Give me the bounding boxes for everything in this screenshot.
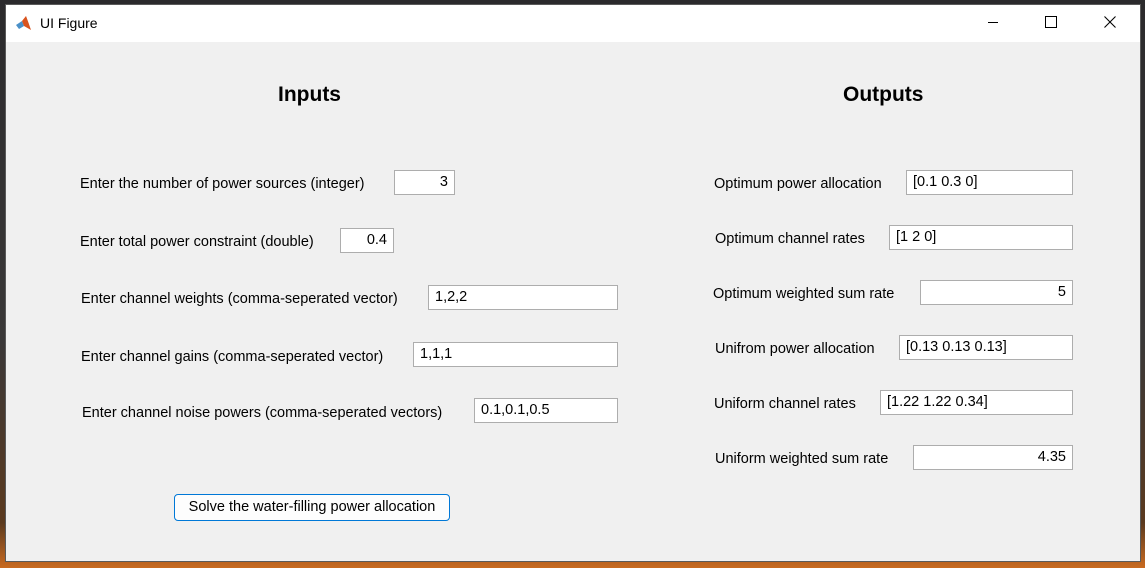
uni-rates-field[interactable]: [1.22 1.22 0.34] xyxy=(880,390,1073,415)
noise-label: Enter channel noise powers (comma-sepera… xyxy=(82,405,443,421)
weights-label: Enter channel weights (comma-seperated v… xyxy=(81,291,398,307)
uni-sum-label: Uniform weighted sum rate xyxy=(715,451,889,467)
minimize-icon xyxy=(987,15,999,33)
weights-field[interactable]: 1,2,2 xyxy=(428,285,618,310)
close-icon xyxy=(1104,15,1116,33)
maximize-icon xyxy=(1045,15,1057,33)
num-sources-field[interactable]: 3 xyxy=(394,170,455,195)
inputs-heading: Inputs xyxy=(278,83,341,106)
uni-power-label: Unifrom power allocation xyxy=(715,341,875,357)
noise-field[interactable]: 0.1,0.1,0.5 xyxy=(474,398,618,423)
total-power-field[interactable]: 0.4 xyxy=(340,228,394,253)
solve-button[interactable]: Solve the water-filling power allocation xyxy=(174,494,450,521)
matlab-logo-icon xyxy=(15,14,33,32)
uni-power-field[interactable]: [0.13 0.13 0.13] xyxy=(899,335,1073,360)
opt-power-field[interactable]: [0.1 0.3 0] xyxy=(906,170,1073,195)
num-sources-label: Enter the number of power sources (integ… xyxy=(80,176,365,192)
gains-field[interactable]: 1,1,1 xyxy=(413,342,618,367)
total-power-label: Enter total power constraint (double) xyxy=(80,234,314,250)
window-title: UI Figure xyxy=(40,15,98,31)
maximize-button[interactable] xyxy=(1022,5,1080,42)
minimize-button[interactable] xyxy=(964,5,1022,42)
ui-figure-window: UI Figure Inputs Enter the number of pow… xyxy=(6,5,1140,561)
opt-sum-label: Optimum weighted sum rate xyxy=(713,286,895,302)
outputs-heading: Outputs xyxy=(843,83,924,106)
opt-sum-field[interactable]: 5 xyxy=(920,280,1073,305)
gains-label: Enter channel gains (comma-seperated vec… xyxy=(81,349,384,365)
opt-power-label: Optimum power allocation xyxy=(714,176,882,192)
opt-rates-label: Optimum channel rates xyxy=(715,231,865,247)
title-bar[interactable]: UI Figure xyxy=(6,5,1140,42)
opt-rates-field[interactable]: [1 2 0] xyxy=(889,225,1073,250)
uni-sum-field[interactable]: 4.35 xyxy=(913,445,1073,470)
uni-rates-label: Uniform channel rates xyxy=(714,396,856,412)
figure-content: Inputs Enter the number of power sources… xyxy=(6,42,1140,561)
close-button[interactable] xyxy=(1081,5,1139,42)
